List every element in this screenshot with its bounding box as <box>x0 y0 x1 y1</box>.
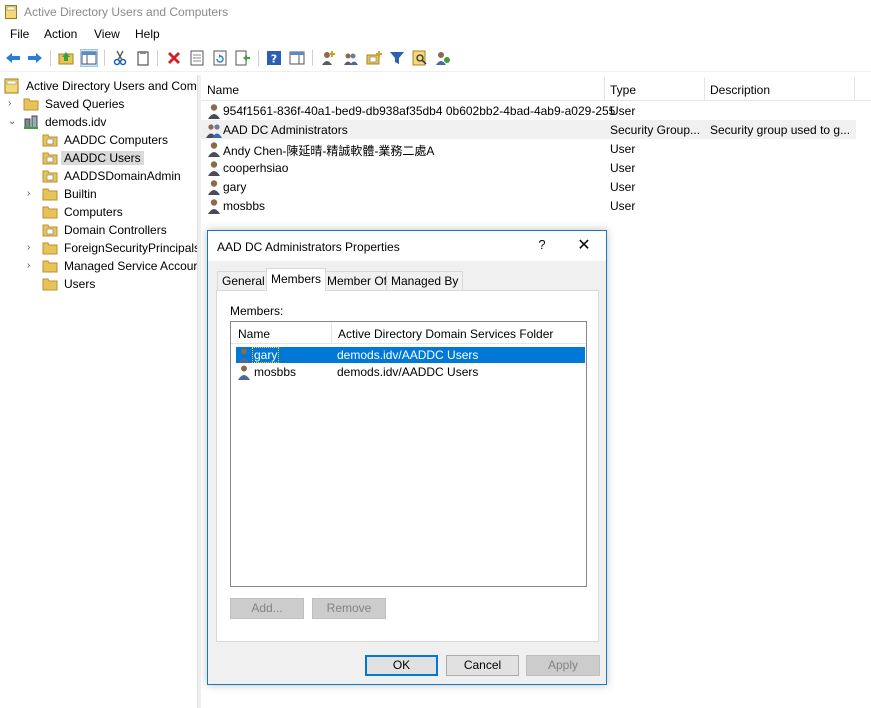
menu-action[interactable]: Action <box>44 27 77 41</box>
tree-label: AADDC Users <box>61 151 144 165</box>
up-folder-icon[interactable] <box>57 49 75 67</box>
delete-icon[interactable] <box>165 49 183 67</box>
tree-label: ForeignSecurityPrincipals <box>64 241 197 255</box>
properties-dialog: AAD DC Administrators Properties ? ✕ Gen… <box>207 230 607 685</box>
title-bar: Active Directory Users and Computers <box>0 0 871 24</box>
tree-label: Domain Controllers <box>64 223 167 237</box>
menu-file[interactable]: File <box>10 27 29 41</box>
tree-label: Builtin <box>64 187 97 201</box>
tab-members[interactable]: Members <box>266 268 327 291</box>
toolbar: ? <box>0 45 871 72</box>
menu-help[interactable]: Help <box>135 27 160 41</box>
list-row[interactable]: gary User <box>201 177 856 196</box>
user-icon <box>208 161 220 176</box>
remove-button[interactable]: Remove <box>312 598 386 619</box>
ou-icon <box>42 152 58 165</box>
chevron-right-icon[interactable]: › <box>27 188 37 200</box>
dialog-title: AAD DC Administrators Properties <box>217 240 400 254</box>
refresh-icon[interactable] <box>211 49 229 67</box>
members-list[interactable]: Name Active Directory Domain Services Fo… <box>230 321 587 587</box>
tree-label: Active Directory Users and Com <box>26 79 197 93</box>
list-row[interactable]: mosbbs User <box>201 196 856 215</box>
folder-icon <box>42 206 58 219</box>
tab-managed-by[interactable]: Managed By <box>386 271 464 290</box>
user-icon <box>208 104 220 119</box>
back-arrow-icon[interactable] <box>4 49 22 67</box>
list-row[interactable]: AAD DC Administrators Security Group... … <box>201 120 856 139</box>
list-header: Name Type Description <box>201 77 871 101</box>
user-icon <box>208 180 220 195</box>
member-row[interactable]: gary demods.idv/AADDC Users <box>236 347 585 363</box>
forward-arrow-icon[interactable] <box>26 49 44 67</box>
chevron-down-icon[interactable]: ⌄ <box>8 116 18 128</box>
folder-icon <box>23 98 39 111</box>
new-user-icon[interactable] <box>319 49 337 67</box>
ou-icon <box>42 170 58 183</box>
folder-icon <box>42 260 58 273</box>
members-tab-panel: Members: Name Active Directory Domain Se… <box>216 290 599 642</box>
column-header-description[interactable]: Description <box>710 83 770 97</box>
console-root-icon <box>4 78 19 94</box>
column-header-type[interactable]: Type <box>610 83 636 97</box>
folder-icon <box>42 242 58 255</box>
user-icon <box>208 142 220 157</box>
filter-icon[interactable] <box>388 49 406 67</box>
copy-icon[interactable] <box>134 49 152 67</box>
svg-text:?: ? <box>271 53 277 66</box>
member-row[interactable]: mosbbs demods.idv/AADDC Users <box>236 364 585 380</box>
tree-label: Managed Service Accour <box>64 259 197 273</box>
cancel-button[interactable]: Cancel <box>446 655 519 676</box>
members-list-header: Name Active Directory Domain Services Fo… <box>231 322 586 344</box>
chevron-right-icon[interactable]: › <box>8 98 18 110</box>
help-icon[interactable]: ? <box>535 237 549 252</box>
folder-icon <box>42 188 58 201</box>
cut-icon[interactable] <box>111 49 129 67</box>
window-title: Active Directory Users and Computers <box>24 5 229 19</box>
ou-icon <box>42 134 58 147</box>
tree-label: Saved Queries <box>45 97 125 111</box>
chevron-right-icon[interactable]: › <box>27 242 37 254</box>
tab-member-of[interactable]: Member Of <box>322 271 393 290</box>
list-row[interactable]: 954f1561-836f-40a1-bed9-db938af35db4 0b6… <box>201 101 856 120</box>
tree-label: AADDSDomainAdmin <box>64 169 181 183</box>
column-header-folder[interactable]: Active Directory Domain Services Folder <box>338 327 553 341</box>
domain-icon <box>24 115 38 129</box>
new-group-icon[interactable] <box>342 49 360 67</box>
console-tree: Active Directory Users and Com › Saved Q… <box>0 75 197 708</box>
app-icon <box>5 5 17 19</box>
tree-label: Users <box>64 277 96 291</box>
group-icon <box>206 124 222 138</box>
tree-label: Computers <box>64 205 123 219</box>
properties-icon[interactable] <box>188 49 206 67</box>
menu-bar: File Action View Help <box>0 24 871 44</box>
folder-icon <box>42 278 58 291</box>
menu-view[interactable]: View <box>94 27 120 41</box>
new-ou-icon[interactable] <box>365 49 383 67</box>
help-icon[interactable]: ? <box>265 49 283 67</box>
close-icon[interactable]: ✕ <box>574 236 594 256</box>
column-header-name[interactable]: Name <box>238 327 270 341</box>
ou-icon <box>42 224 58 237</box>
apply-button[interactable]: Apply <box>526 655 600 676</box>
export-list-icon[interactable] <box>234 49 252 67</box>
list-row[interactable]: cooperhsiao User <box>201 158 856 177</box>
add-button[interactable]: Add... <box>230 598 304 619</box>
user-icon <box>238 348 250 363</box>
column-header-name[interactable]: Name <box>207 83 239 97</box>
tab-general[interactable]: General <box>217 271 270 290</box>
chevron-right-icon[interactable]: › <box>27 260 37 272</box>
members-label: Members: <box>230 304 284 318</box>
list-row[interactable]: Andy Chen-陳延晴-精誠軟體-業務二處A User <box>201 139 856 158</box>
tree-label: demods.idv <box>45 115 107 129</box>
dialog-title-bar: AAD DC Administrators Properties ? ✕ <box>208 231 606 261</box>
show-hide-console-tree-icon[interactable] <box>80 49 98 67</box>
add-to-group-icon[interactable] <box>434 49 452 67</box>
user-icon <box>238 365 250 380</box>
ok-button[interactable]: OK <box>365 655 438 676</box>
user-icon <box>208 199 220 214</box>
show-action-pane-icon[interactable] <box>288 49 306 67</box>
find-icon[interactable] <box>411 49 429 67</box>
tree-label: AADDC Computers <box>64 133 169 147</box>
